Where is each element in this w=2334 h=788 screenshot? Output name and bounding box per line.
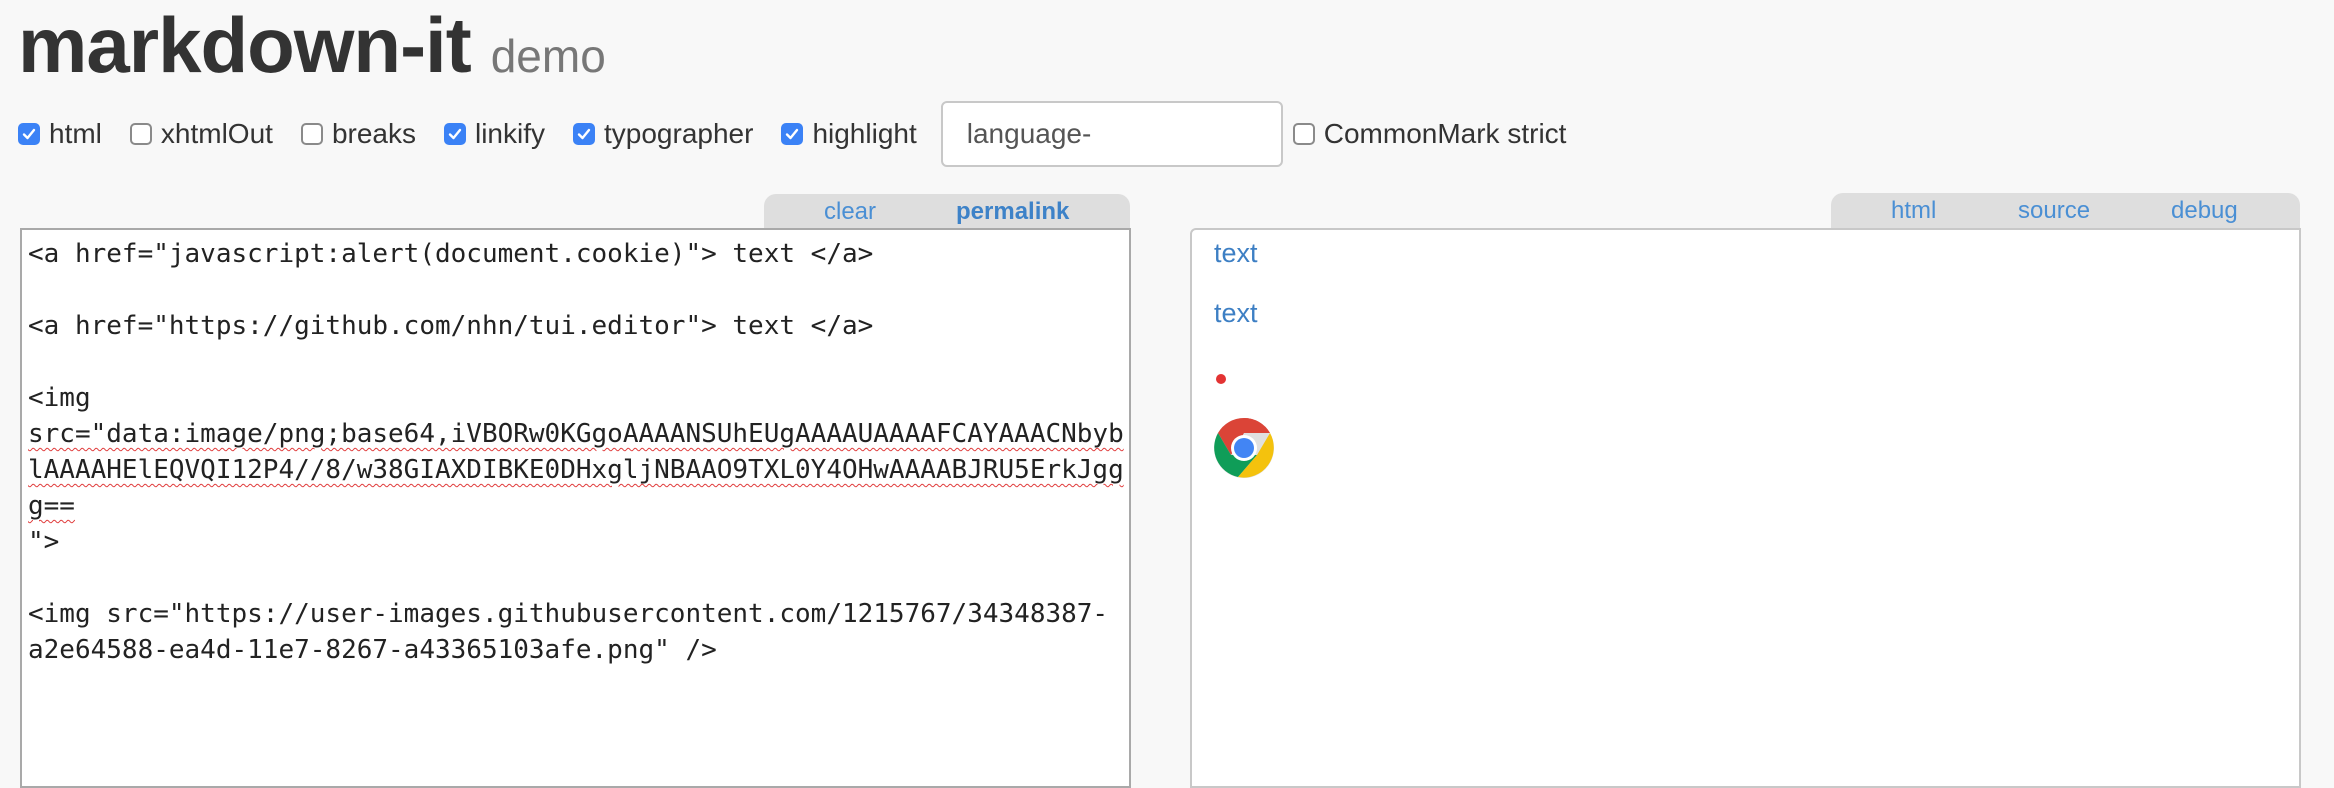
source-line: <img [28,383,91,413]
typographer-checkbox[interactable] [573,123,595,145]
source-line: g== [28,491,75,521]
html-label: html [49,118,102,149]
source-toolbar: clear permalink [764,194,1130,230]
result-toolbar: html source debug [1831,193,2300,229]
commonmark-label: CommonMark strict [1323,118,1567,149]
source-line: lAAAAHElEQVQI12P4//8/w38GIAXDIBKE0DHxglj… [28,455,1124,485]
options-bar: html xhtmlOut breaks linkify typographer… [18,100,1594,168]
source-editor[interactable]: <a href="javascript:alert(document.cooki… [20,228,1131,788]
source-line: "> [28,527,60,557]
xhtmlout-checkbox[interactable] [129,123,152,145]
source-line [28,272,1125,308]
chrome-logo-icon [1214,418,1274,478]
permalink-button[interactable]: permalink [956,198,1069,226]
source-line: <a href="javascript:alert(document.cooki… [28,239,874,269]
result-preview: text text [1190,228,2301,788]
page-header: markdown-it demo [18,0,606,90]
option-linkify[interactable]: linkify [443,118,545,150]
clear-button[interactable]: clear [824,198,876,226]
source-line [28,344,1125,380]
breaks-checkbox[interactable] [300,123,323,145]
highlight-label: highlight [812,118,917,149]
breaks-label: breaks [331,118,416,149]
result-link[interactable]: text [1214,238,1258,269]
source-line: <img src="https://user-images.githubuser… [28,599,1109,629]
source-line: a2e64588-ea4d-11e7-8267-a43365103afe.png… [28,635,717,665]
tab-debug[interactable]: debug [2171,197,2238,225]
tab-source[interactable]: source [2018,197,2090,225]
html-checkbox[interactable] [18,123,40,145]
option-xhtmlout[interactable]: xhtmlOut [129,118,273,150]
source-text[interactable]: <a href="javascript:alert(document.cooki… [28,236,1125,668]
red-dot-image [1216,374,1226,384]
option-breaks[interactable]: breaks [300,118,416,150]
xhtmlout-label: xhtmlOut [160,118,273,149]
highlight-checkbox[interactable] [781,123,804,145]
source-line: src="data:image/png;base64,iVBORw0KGgoAA… [28,419,1124,449]
result-link[interactable]: text [1214,298,1258,329]
linkify-label: linkify [474,118,545,149]
commonmark-checkbox[interactable] [1292,123,1315,145]
lang-prefix-input[interactable] [940,101,1283,167]
typographer-label: typographer [604,118,754,149]
option-html[interactable]: html [18,118,102,150]
source-line [28,560,1125,596]
option-commonmark[interactable]: CommonMark strict [1292,118,1567,150]
tab-html[interactable]: html [1891,197,1936,225]
source-line: <a href="https://github.com/nhn/tui.edit… [28,311,874,341]
app-title: markdown-it [18,1,472,89]
option-highlight[interactable]: highlight [781,118,917,150]
app-subtitle: demo [490,30,606,82]
option-typographer[interactable]: typographer [573,118,753,150]
linkify-checkbox[interactable] [443,123,466,145]
